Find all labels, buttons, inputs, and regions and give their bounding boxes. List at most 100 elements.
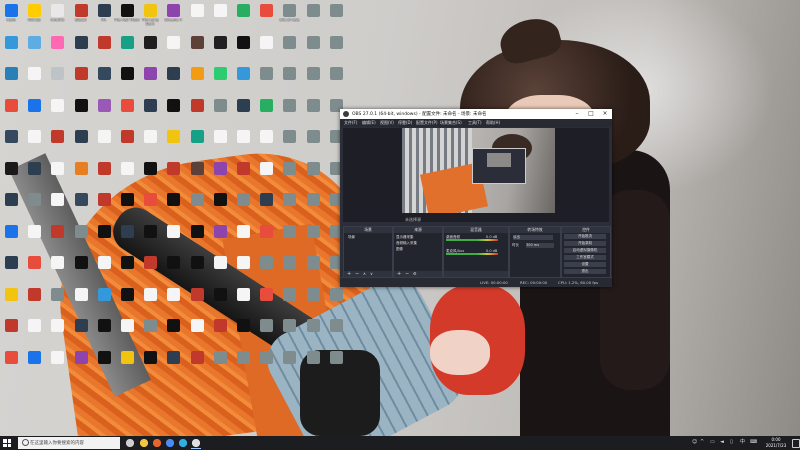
desktop-icon[interactable]: [0, 191, 22, 221]
desktop-icon[interactable]: [209, 349, 231, 379]
desktop-icon[interactable]: [23, 160, 45, 190]
desktop-icon[interactable]: [255, 286, 277, 316]
obs-preview-area[interactable]: [343, 128, 609, 222]
desktop-icon[interactable]: [302, 128, 324, 158]
desktop-icon[interactable]: [278, 65, 300, 95]
desktop-icon[interactable]: Hello: [0, 2, 22, 32]
desktop-icon[interactable]: [70, 223, 92, 253]
desktop-icon[interactable]: [139, 286, 161, 316]
volume-meter[interactable]: [446, 253, 498, 255]
desktop-icon[interactable]: [139, 97, 161, 127]
preview-canvas[interactable]: [402, 128, 555, 213]
desktop-icon[interactable]: Olimbo: [23, 2, 45, 32]
desktop-icon[interactable]: [186, 254, 208, 284]
desktop-icon[interactable]: [325, 286, 347, 316]
desktop-icon[interactable]: [46, 349, 68, 379]
start-virtual-camera-button[interactable]: 启动虚拟摄像机: [564, 248, 606, 253]
desktop-icon[interactable]: [70, 349, 92, 379]
menu-scene-collection[interactable]: 场景集合(S): [440, 120, 462, 126]
desktop-icon[interactable]: [209, 65, 231, 95]
file-explorer-icon[interactable]: [139, 438, 149, 448]
transition-duration-input[interactable]: 300 ms: [526, 243, 554, 248]
desktop-icon[interactable]: [23, 128, 45, 158]
desktop-icon[interactable]: [46, 160, 68, 190]
desktop-icon[interactable]: [209, 160, 231, 190]
desktop-icon[interactable]: [232, 97, 254, 127]
desktop-icon[interactable]: [186, 191, 208, 221]
desktop-icon[interactable]: [255, 34, 277, 64]
desktop-icon[interactable]: [23, 34, 45, 64]
desktop-icon[interactable]: [302, 254, 324, 284]
desktop-icon[interactable]: The Half Moon: [114, 2, 140, 32]
desktop-icon[interactable]: [325, 349, 347, 379]
desktop-icon[interactable]: [186, 223, 208, 253]
desktop-icon[interactable]: [46, 191, 68, 221]
desktop-icon[interactable]: [232, 286, 254, 316]
desktop-icon[interactable]: [162, 65, 184, 95]
desktop-icon[interactable]: [255, 160, 277, 190]
desktop-icon[interactable]: [255, 2, 277, 32]
desktop-icon[interactable]: [116, 286, 138, 316]
desktop-icon[interactable]: [93, 160, 115, 190]
desktop-icon[interactable]: [46, 223, 68, 253]
desktop-icon[interactable]: [232, 191, 254, 221]
tray-battery-icon[interactable]: ▯: [730, 440, 735, 445]
desktop-icon[interactable]: [302, 160, 324, 190]
menu-edit[interactable]: 编辑(E): [362, 120, 376, 126]
desktop-icon[interactable]: [186, 2, 208, 32]
tray-chevron-up-icon[interactable]: ^: [700, 440, 705, 445]
desktop-icon[interactable]: [162, 349, 184, 379]
desktop-icon[interactable]: [209, 191, 231, 221]
desktop-icon[interactable]: [70, 317, 92, 347]
desktop-icon[interactable]: [46, 317, 68, 347]
desktop-icon[interactable]: [186, 349, 208, 379]
desktop-icon[interactable]: [139, 65, 161, 95]
desktop-icon[interactable]: [93, 191, 115, 221]
chrome-icon[interactable]: [165, 438, 175, 448]
desktop-icon[interactable]: [0, 349, 22, 379]
obs-titlebar[interactable]: OBS 27.0.1 (64-bit, windows) - 配置文件: 未命名…: [340, 109, 612, 119]
desktop-icon[interactable]: [325, 2, 347, 32]
start-streaming-button[interactable]: 开始推流: [564, 234, 606, 239]
desktop-icon[interactable]: [232, 223, 254, 253]
menu-tools[interactable]: 工具(T): [468, 120, 482, 126]
studio-mode-button[interactable]: 工作室模式: [564, 255, 606, 260]
desktop-icon[interactable]: [232, 34, 254, 64]
desktop-icon[interactable]: [302, 286, 324, 316]
desktop-icon[interactable]: [70, 97, 92, 127]
desktop-icon[interactable]: [302, 34, 324, 64]
maximize-button[interactable]: □: [584, 109, 598, 119]
desktop-icon[interactable]: [302, 191, 324, 221]
desktop-icon[interactable]: The Long Dark: [139, 2, 161, 32]
desktop-icon[interactable]: [278, 128, 300, 158]
desktop-icon[interactable]: [0, 128, 22, 158]
desktop-icon[interactable]: [186, 97, 208, 127]
desktop-icon[interactable]: [70, 286, 92, 316]
desktop-icon[interactable]: [232, 317, 254, 347]
settings-button[interactable]: 设置: [564, 262, 606, 267]
desktop-icon[interactable]: [0, 286, 22, 316]
desktop-icon[interactable]: Life of rose: [278, 2, 300, 32]
desktop-icon[interactable]: [46, 97, 68, 127]
desktop-icon[interactable]: [162, 160, 184, 190]
desktop-icon[interactable]: [278, 349, 300, 379]
tray-keyboard-icon[interactable]: ⌨: [750, 440, 757, 445]
desktop-icon[interactable]: Bloodl: [70, 2, 92, 32]
desktop-icon[interactable]: [232, 349, 254, 379]
desktop-icon[interactable]: [0, 254, 22, 284]
desktop-icon[interactable]: [255, 128, 277, 158]
desktop-icon[interactable]: [93, 128, 115, 158]
desktop-icon[interactable]: [70, 254, 92, 284]
desktop-icon[interactable]: [23, 317, 45, 347]
desktop-icon[interactable]: Dreams 4: [162, 2, 184, 32]
desktop-icon[interactable]: [186, 34, 208, 64]
menu-profile[interactable]: 配置文件(P): [416, 120, 438, 126]
desktop-icon[interactable]: [116, 349, 138, 379]
desktop-icon[interactable]: [46, 286, 68, 316]
desktop-icon[interactable]: [139, 34, 161, 64]
desktop-icon[interactable]: [162, 34, 184, 64]
desktop-icon[interactable]: [23, 65, 45, 95]
desktop-icon[interactable]: [162, 223, 184, 253]
desktop-icon[interactable]: [162, 286, 184, 316]
firefox-icon[interactable]: [152, 438, 162, 448]
